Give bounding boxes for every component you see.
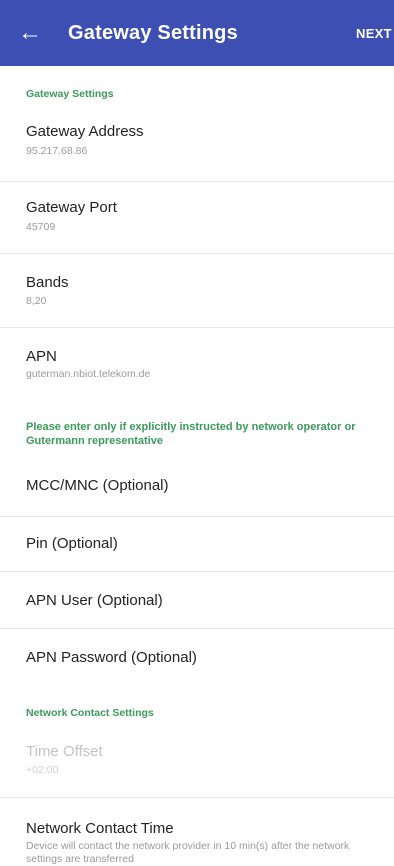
gateway-address-value: 95.217.68.86 [26,145,88,157]
apn-user-item[interactable]: APN User (Optional) [0,572,394,628]
gateway-address-item[interactable]: Gateway Address 95.217.68.86 [0,110,394,180]
next-button[interactable]: NEXT [356,0,394,66]
apn-user-label: APN User (Optional) [26,592,163,609]
network-contact-time-label: Network Contact Time [26,820,174,837]
gateway-port-label: Gateway Port [26,199,117,216]
mcc-mnc-label: MCC/MNC (Optional) [26,477,169,494]
time-offset-label: Time Offset [26,743,103,760]
pin-label: Pin (Optional) [26,535,118,552]
time-offset-value: +02:00 [26,764,59,776]
section-header-network: Network Contact Settings [26,707,154,719]
apn-value: guterman.nbiot.telekom.de [26,368,151,380]
apn-label: APN [26,348,57,365]
settings-list: Gateway Settings Gateway Address 95.217.… [0,66,394,866]
apn-password-item[interactable]: APN Password (Optional) [0,629,394,685]
app-bar: ← Gateway Settings NEXT [0,0,394,66]
time-offset-item: Time Offset +02:00 [0,728,394,796]
bands-label: Bands [26,274,69,291]
optional-notice: Please enter only if explicitly instruct… [26,421,356,447]
apn-password-label: APN Password (Optional) [26,649,197,666]
bands-item[interactable]: Bands 8,20 [0,254,394,326]
pin-item[interactable]: Pin (Optional) [0,517,394,571]
apn-item[interactable]: APN guterman.nbiot.telekom.de [0,328,394,400]
gateway-port-value: 45709 [26,221,56,233]
arrow-left-icon[interactable]: ← [6,0,54,66]
page-title: Gateway Settings [68,21,238,44]
section-header-gateway: Gateway Settings [26,88,114,100]
mcc-mnc-item[interactable]: MCC/MNC (Optional) [0,462,394,516]
gateway-port-item[interactable]: Gateway Port 45709 [0,182,394,252]
network-contact-time-item[interactable]: Network Contact Time Device will contact… [0,798,394,866]
gateway-address-label: Gateway Address [26,123,144,140]
network-contact-time-description: Device will contact the network provider… [26,840,350,865]
bands-value: 8,20 [26,295,47,307]
